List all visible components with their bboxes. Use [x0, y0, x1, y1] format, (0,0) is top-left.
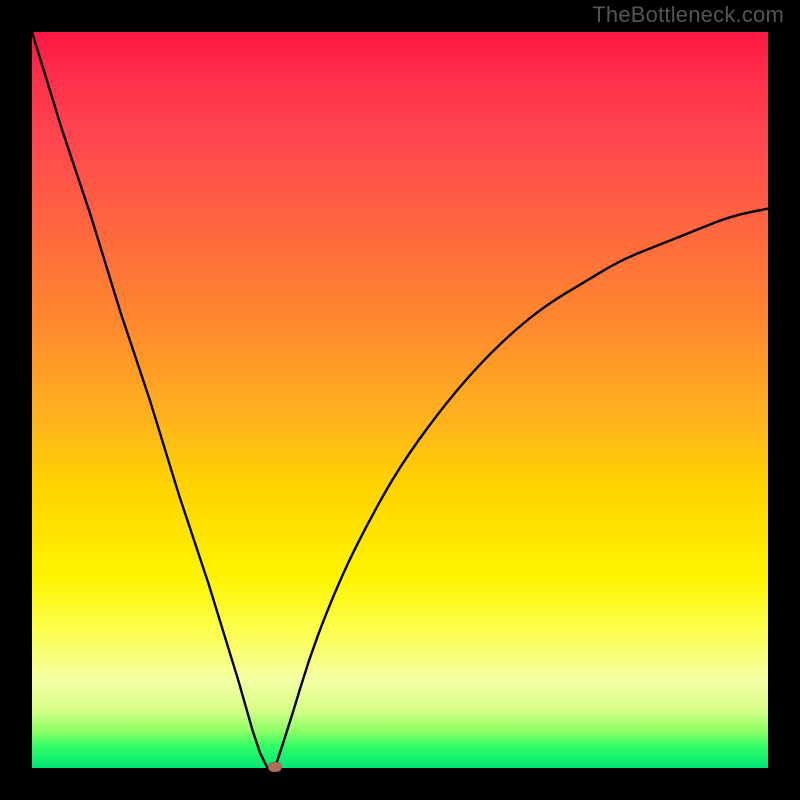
chart-frame: TheBottleneck.com [0, 0, 800, 800]
bottleneck-curve-path [32, 32, 768, 768]
watermark-text: TheBottleneck.com [592, 2, 784, 28]
optimal-point-marker [268, 762, 282, 772]
plot-area [32, 32, 768, 768]
bottleneck-curve [32, 32, 768, 768]
